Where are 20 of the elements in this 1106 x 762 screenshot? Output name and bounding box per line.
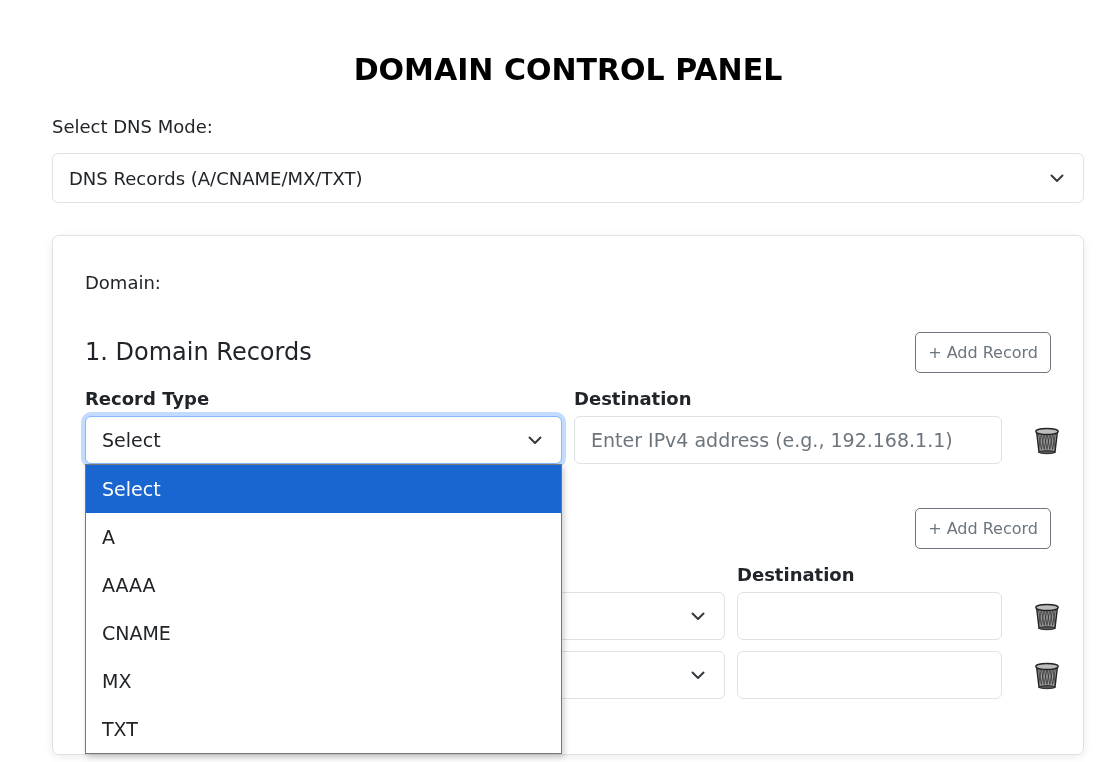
destination-field[interactable] bbox=[737, 592, 1002, 640]
dropdown-option[interactable]: TXT bbox=[86, 705, 561, 753]
field-label: Destination bbox=[737, 562, 856, 587]
destination-field[interactable] bbox=[737, 651, 1002, 699]
dns-mode-select[interactable]: DNS Records (A/CNAME/MX/TXT) bbox=[52, 153, 1084, 203]
field-label: Destination bbox=[574, 386, 693, 411]
dropdown-option[interactable]: Select bbox=[86, 465, 561, 513]
record-type-select[interactable]: Select bbox=[85, 416, 562, 464]
field-label: Record Type bbox=[85, 386, 211, 411]
domain-label: Domain: bbox=[85, 272, 162, 295]
destination-field[interactable]: Enter IPv4 address (e.g., 192.168.1.1) bbox=[574, 416, 1002, 464]
dropdown-option[interactable]: MX bbox=[86, 657, 561, 705]
dropdown-option[interactable]: CNAME bbox=[86, 609, 561, 657]
add-record-button[interactable]: + Add Record bbox=[915, 507, 1051, 549]
field-label: Select DNS Mode: bbox=[52, 116, 214, 139]
dropdown-option[interactable]: AAAA bbox=[86, 561, 561, 609]
add-record-button[interactable]: + Add Record bbox=[915, 331, 1051, 373]
dropdown-option[interactable]: A bbox=[86, 513, 561, 561]
section-heading: 1. Domain Records bbox=[85, 338, 312, 366]
page-title: DOMAIN CONTROL PANEL bbox=[352, 51, 784, 89]
